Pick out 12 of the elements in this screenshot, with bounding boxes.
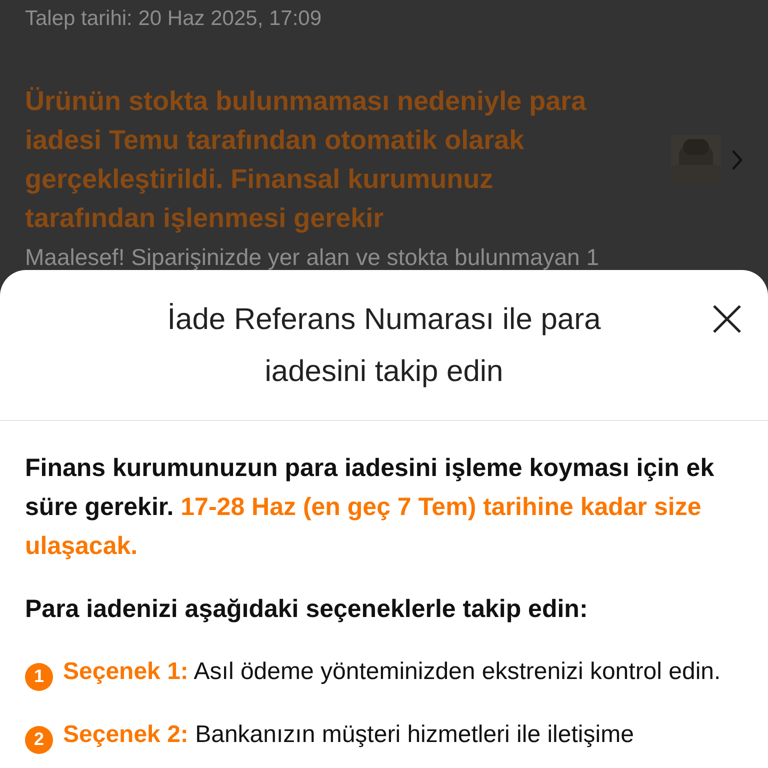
request-date: Talep tarihi: 20 Haz 2025, 17:09 xyxy=(25,6,323,32)
refund-title: Ürünün stokta bulunmaması nedeniyle para iadesi Temu tarafından otomatik olarak gerçekleştirildi. Finansal kurumunuz tarafından işlenmesi gerekir xyxy=(25,85,588,235)
sheet-title: İade Referans Numarası ile para iadesini takip edin xyxy=(166,302,602,390)
options-heading: Para iadenizi aşağıdaki seçeneklerle takip edin: xyxy=(25,594,589,625)
option-text: Seçenek 1: Asıl ödeme yönteminizden ekstrenizi kontrol edin. xyxy=(63,658,721,685)
description: Maalesef! Siparişinizde yer alan ve stokta bulunmayan 1 xyxy=(25,243,600,272)
step-number: 2 xyxy=(25,726,53,754)
close-icon xyxy=(712,304,742,334)
chevron-right-icon xyxy=(731,149,743,171)
step-number: 1 xyxy=(25,662,53,690)
intro-text: Finans kurumunuzun para iadesini işleme koyması için ek süre gerekir. 17-28 Haz (en geç 7 Tem) tarihine kadar size ulaşacak. xyxy=(25,453,716,562)
option-text: Seçenek 2: Bankanızın müşteri hizmetleri ile iletişime xyxy=(63,721,634,748)
